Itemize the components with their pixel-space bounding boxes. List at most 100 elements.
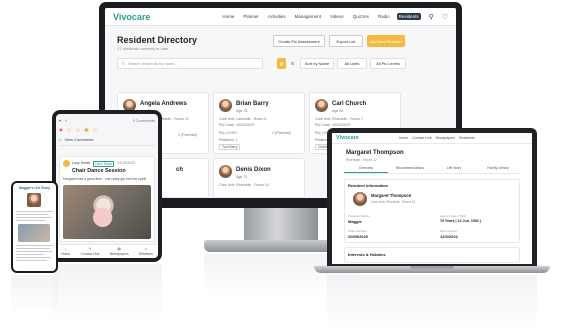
nav-management[interactable]: Management bbox=[293, 13, 323, 20]
tab-family-library[interactable]: Family Library bbox=[476, 166, 520, 173]
nav-quizzes[interactable]: Quizzes bbox=[351, 13, 371, 20]
wow-icon[interactable]: ☺ bbox=[92, 128, 98, 134]
nav-label: Contact Hub bbox=[80, 252, 100, 256]
resident-card[interactable]: Brian Barry Age 78 Care Unit: Lakeside -… bbox=[213, 92, 305, 154]
section-title: Resident Information bbox=[348, 183, 389, 188]
pal-date: PAL Date: 10/10/2023 bbox=[315, 123, 350, 127]
nav-residents[interactable]: Residents bbox=[396, 13, 421, 20]
resident-age: Age 78 bbox=[236, 109, 248, 113]
create-assessment-label: Create Pic Assessment bbox=[278, 38, 320, 44]
field-value: 12/3/2022 bbox=[440, 234, 458, 239]
bell-icon[interactable]: ♡ bbox=[442, 13, 448, 21]
emoji-reactions: ♥ ☺ ☺ ✱ ☺ bbox=[59, 127, 155, 135]
unit-filter-value: All Units bbox=[344, 61, 360, 66]
nav-planner[interactable]: Planner bbox=[241, 13, 261, 20]
tablet-reflection bbox=[52, 264, 162, 324]
profile-tabs: Overview Recommendations Life Story Fami… bbox=[344, 166, 520, 174]
text-line bbox=[16, 217, 52, 219]
text-line bbox=[16, 211, 53, 213]
nav-label: Newspapers bbox=[109, 252, 129, 256]
search-icon: ⚲ bbox=[122, 61, 125, 66]
sort-select[interactable]: Sort by Name bbox=[300, 58, 334, 69]
nav-contact-hub[interactable]: Contact Hub bbox=[412, 136, 431, 140]
interests-panel: Interests & Hobbies bbox=[344, 247, 520, 263]
add-resident-label: Add New Resident bbox=[369, 38, 403, 44]
text-line bbox=[16, 248, 50, 250]
export-list-label: Export List bbox=[336, 38, 356, 44]
nav-home[interactable]: Home bbox=[399, 136, 408, 140]
resident-photo[interactable] bbox=[27, 193, 41, 207]
phone-screen: Maggie's Life Story bbox=[13, 183, 56, 271]
page-subtitle: 17 residents currently in care bbox=[117, 46, 169, 51]
post-photo[interactable] bbox=[63, 185, 151, 239]
nav-radio[interactable]: Radio bbox=[376, 13, 392, 20]
clap-icon[interactable]: ✱ bbox=[84, 127, 89, 134]
tablet-screen: ♥ ★ 3 Comments ♥ ☺ ☺ ✱ ☺ □ View Comments… bbox=[56, 114, 158, 258]
nav-home[interactable]: ⌂ Home bbox=[61, 247, 70, 256]
field-label: Date Admitted bbox=[348, 229, 367, 233]
nav-relatives[interactable]: ☺ Relatives bbox=[139, 247, 153, 256]
newspaper-icon: ▤ bbox=[117, 247, 121, 251]
unit-filter-select[interactable]: All Units bbox=[337, 58, 367, 69]
top-navbar: Vivocare Home Planner Activities Managem… bbox=[105, 8, 456, 26]
post-meta: Lucy Smith Care Team 14/10/2023 bbox=[72, 161, 135, 167]
relative-tag[interactable]: Tom Barry bbox=[219, 144, 241, 150]
page-title: Resident Directory bbox=[117, 35, 198, 45]
resident-card[interactable]: Denis Dixon Age 73 Care Unit: Riverside … bbox=[213, 158, 305, 198]
smartphone: Maggie's Life Story bbox=[11, 181, 58, 273]
list-view-icon[interactable]: ☰ bbox=[288, 58, 297, 69]
sort-value: Sort by Name bbox=[304, 61, 330, 66]
resident-name: ch bbox=[176, 167, 184, 173]
resident-age: Age 73 bbox=[236, 175, 248, 179]
nav-home[interactable]: Home bbox=[220, 13, 236, 20]
heart-icon[interactable]: ♥ bbox=[59, 128, 63, 134]
resident-room: Care Unit: Riverside - Room 14 bbox=[219, 183, 269, 187]
nav-videos[interactable]: Videos bbox=[328, 13, 346, 20]
nav-residents[interactable]: Residents bbox=[459, 136, 475, 140]
text-line bbox=[16, 220, 46, 222]
nav-activities[interactable]: Activities bbox=[266, 13, 288, 20]
laptop-notch bbox=[410, 266, 454, 269]
tab-overview[interactable]: Overview bbox=[344, 166, 388, 173]
pal-level-label: PAL LEVEL bbox=[219, 131, 238, 135]
laptop-screen: Vivocare Home Contact Hub Newspapers Res… bbox=[332, 133, 532, 264]
profile-subtitle: Riverside - Room 12 bbox=[346, 158, 377, 162]
tab-recommendations[interactable]: Recommendations bbox=[388, 166, 432, 173]
search-icon[interactable]: ⚲ bbox=[429, 13, 434, 21]
level-filter-value: All Pic Levels bbox=[376, 61, 400, 66]
poster-name: Lucy Smith bbox=[72, 161, 90, 165]
nav-newspapers[interactable]: ▤ Newspapers bbox=[110, 247, 129, 256]
life-story-title: Maggie's Life Story bbox=[19, 186, 50, 190]
smile-icon[interactable]: ☺ bbox=[66, 128, 72, 134]
brand-logo[interactable]: Vivocare bbox=[336, 135, 359, 141]
level-filter-select[interactable]: All Pic Levels bbox=[370, 58, 406, 69]
create-assessment-button[interactable]: Create Pic Assessment bbox=[273, 35, 325, 47]
avatar bbox=[219, 165, 232, 178]
resident-name: Angela Andrews bbox=[140, 101, 187, 107]
grid-view-icon[interactable]: ▦ bbox=[277, 58, 286, 69]
add-resident-button[interactable]: Add New Resident bbox=[367, 35, 405, 47]
field-value: 20/09/2020 bbox=[348, 234, 369, 239]
pal-date: PAL Date: 10/10/2023 bbox=[219, 123, 254, 127]
post-title: Chair Dance Session bbox=[72, 168, 126, 174]
field-value: 75 Years | 14 Jun, 1952 | bbox=[440, 219, 481, 223]
tablet-bottom-nav: ⌂ Home ✎ Contact Hub ▤ Newspapers ☺ Relative… bbox=[56, 244, 158, 258]
heart-icon[interactable]: ♥ bbox=[59, 118, 61, 123]
avatar bbox=[219, 99, 232, 112]
main-nav: Home Planner Activities Management Video… bbox=[220, 13, 421, 20]
nav-contact-hub[interactable]: ✎ Contact Hub bbox=[81, 247, 100, 256]
search-placeholder: Search residents by name... bbox=[127, 61, 178, 66]
search-input[interactable]: ⚲ Search residents by name... bbox=[117, 58, 263, 69]
tablet: ♥ ★ 3 Comments ♥ ☺ ☺ ✱ ☺ □ View Comments… bbox=[52, 110, 162, 262]
export-list-button[interactable]: Export List bbox=[329, 35, 363, 47]
nav-label: Home bbox=[61, 252, 71, 256]
resident-name: Carl Church bbox=[332, 101, 367, 107]
view-comments-button[interactable]: □ View Comments bbox=[59, 137, 155, 146]
thumb-icon[interactable]: ★ bbox=[64, 118, 68, 123]
brand-logo[interactable]: Vivocare bbox=[113, 12, 150, 22]
story-photo[interactable] bbox=[18, 224, 50, 242]
field-label: Next Review bbox=[440, 229, 457, 233]
tab-life-story[interactable]: Life Story bbox=[432, 166, 476, 173]
laugh-icon[interactable]: ☺ bbox=[75, 128, 81, 134]
nav-newspapers[interactable]: Newspapers bbox=[436, 136, 455, 140]
